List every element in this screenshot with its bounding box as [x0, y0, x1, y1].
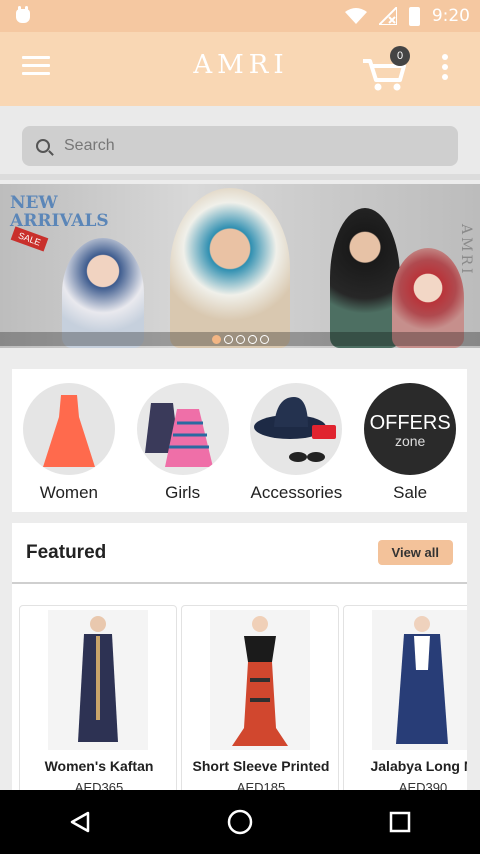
view-all-button[interactable]: View all: [377, 540, 453, 565]
offers-badge-sub: zone: [394, 433, 426, 449]
pager-dot[interactable]: [223, 334, 233, 344]
product-name: Jalabya Long M: [370, 758, 467, 774]
category-strip: Women Girls Accessories OFFERS zone Sale: [12, 369, 467, 512]
banner-headline: NEW ARRIVALS: [10, 193, 109, 231]
app-indicator-icon: [16, 6, 30, 23]
search-input[interactable]: [64, 137, 424, 155]
status-time: 9:20: [431, 6, 470, 26]
banner-model-2: [170, 188, 290, 348]
banner-pager: [0, 332, 480, 346]
product-card[interactable]: Jalabya Long M AED390: [343, 605, 467, 795]
search-icon: [36, 139, 50, 153]
category-women-image: [22, 383, 115, 475]
app-bar: AMRI 0: [0, 32, 480, 106]
product-image: [372, 610, 467, 750]
wifi-icon: [344, 8, 367, 24]
product-image: [48, 610, 148, 750]
pager-dot[interactable]: [211, 334, 221, 344]
home-button[interactable]: [220, 802, 260, 842]
category-label: Girls: [165, 483, 201, 502]
product-name: Short Sleeve Printed: [192, 758, 330, 774]
product-carousel[interactable]: Women's Kaftan AED365 Short Sleeve Print…: [19, 605, 467, 795]
back-icon: [70, 811, 90, 833]
pager-dot[interactable]: [247, 334, 257, 344]
brand-logo: AMRI: [190, 50, 292, 90]
product-name: Women's Kaftan: [44, 758, 154, 774]
offers-badge-title: OFFERS: [369, 412, 451, 434]
product-card[interactable]: Women's Kaftan AED365: [19, 605, 177, 795]
category-women[interactable]: Women: [19, 383, 119, 512]
category-label: Sale: [393, 483, 428, 502]
battery-icon: [408, 6, 420, 26]
search-section: [0, 106, 480, 180]
promo-banner[interactable]: NEW ARRIVALS SALE AMRI: [0, 184, 480, 348]
cart-button[interactable]: 0: [362, 46, 410, 92]
banner-model-3: [330, 208, 400, 348]
banner-side-brand: AMRI: [458, 224, 474, 277]
category-label: Accessories: [250, 483, 343, 502]
category-sale[interactable]: OFFERS zone Sale: [360, 383, 460, 512]
product-card[interactable]: Short Sleeve Printed AED185: [181, 605, 339, 795]
menu-icon[interactable]: [22, 56, 50, 82]
pager-dot[interactable]: [259, 334, 269, 344]
back-button[interactable]: [60, 802, 100, 842]
category-accessories-image: [250, 383, 343, 475]
cart-count-badge: 0: [390, 46, 410, 66]
overflow-menu-icon[interactable]: [440, 54, 450, 84]
product-image: [210, 610, 310, 750]
category-accessories[interactable]: Accessories: [246, 383, 346, 512]
featured-title: Featured: [26, 541, 107, 563]
search-bar[interactable]: [22, 126, 458, 166]
offers-zone-badge: OFFERS zone: [364, 383, 457, 475]
category-girls-image: [136, 383, 229, 475]
recents-icon: [389, 811, 411, 833]
category-label: Women: [39, 483, 98, 502]
no-signal-icon: [378, 7, 397, 25]
featured-header: Featured View all: [12, 523, 467, 584]
home-icon: [227, 809, 253, 835]
featured-section: Featured View all Women's Kaftan AED365 …: [12, 523, 467, 795]
recents-button[interactable]: [380, 802, 420, 842]
pager-dot[interactable]: [235, 334, 245, 344]
status-bar: 9:20: [0, 0, 480, 32]
system-nav-bar: [0, 790, 480, 854]
category-girls[interactable]: Girls: [133, 383, 233, 512]
brand-name: AMRI: [193, 50, 289, 80]
